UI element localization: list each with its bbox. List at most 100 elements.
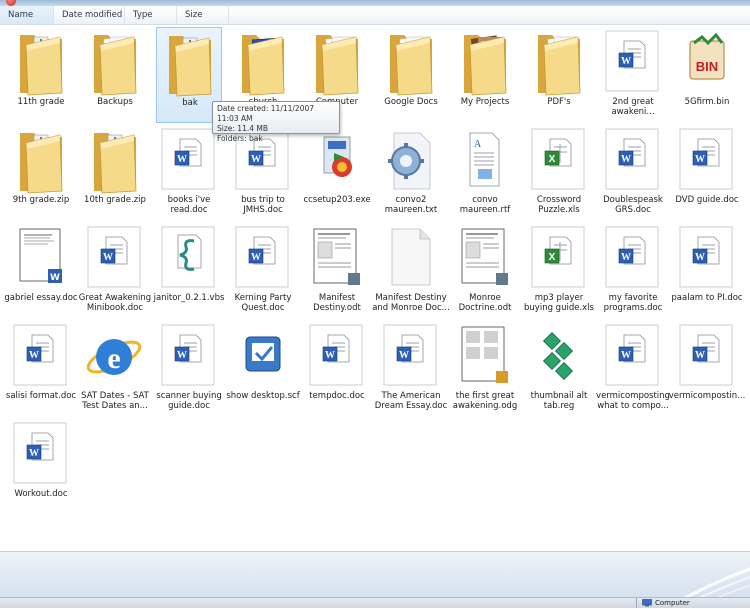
word-document-icon: W — [602, 225, 664, 295]
column-header-type[interactable]: Type — [125, 6, 177, 24]
file-item[interactable]: Xmp3 player buying guide.xls — [524, 223, 594, 319]
file-item[interactable]: Wmy favorite programs.doc — [600, 223, 666, 319]
file-item[interactable]: W DVD guide.doc — [674, 125, 740, 221]
file-item-label: books i've read.doc — [167, 195, 211, 215]
file-item-label: ccsetup203.exe — [303, 195, 371, 205]
file-item[interactable]: Wvermicomposting what to compo... — [596, 321, 670, 417]
file-item-label: PDF's — [547, 97, 571, 107]
file-item[interactable]: Wtempdoc.doc — [304, 321, 370, 417]
file-item-label: 10th grade.zip — [84, 195, 146, 205]
svg-text:W: W — [621, 154, 631, 165]
svg-text:W: W — [621, 252, 631, 263]
file-item-label: scanner buying guide.doc — [156, 391, 222, 411]
svg-text:X: X — [549, 154, 556, 165]
excel-spreadsheet-icon: X — [528, 225, 590, 295]
column-header-size[interactable]: Size — [177, 6, 229, 24]
file-item[interactable]: 11th grade — [8, 27, 74, 123]
column-header-date-modified[interactable]: Date modified — [54, 6, 125, 24]
status-location-label: Computer — [655, 599, 690, 607]
folder-icon — [232, 29, 294, 99]
svg-text:W: W — [695, 350, 705, 361]
svg-text:W: W — [695, 154, 705, 165]
file-item[interactable]: thumbnail alt tab.reg — [526, 321, 592, 417]
word-document-icon: W — [676, 225, 738, 295]
svg-text:W: W — [399, 350, 409, 361]
document-thumbnail-icon — [306, 225, 368, 295]
file-item[interactable]: Manifest Destiny and Monroe Doc... — [372, 223, 450, 319]
zip-folder-icon — [10, 127, 72, 197]
file-item[interactable]: Wpaalam to PI.doc — [671, 223, 743, 319]
folder-icon — [528, 29, 590, 99]
tooltip-folders: Folders: bak — [217, 134, 263, 143]
svg-text:e: e — [107, 342, 120, 375]
column-header-name[interactable]: Name — [0, 6, 54, 24]
file-item[interactable]: Monroe Doctrine.odt — [452, 223, 518, 319]
rich-text-icon: A — [454, 127, 516, 197]
file-item-label: Great Awakening Minibook.doc — [78, 293, 152, 313]
file-item[interactable]: Wgabriel essay.doc — [4, 223, 78, 319]
svg-text:W: W — [251, 154, 261, 165]
file-item-label: my favorite programs.doc — [603, 293, 663, 313]
file-item[interactable]: show desktop.scf — [226, 321, 300, 417]
svg-text:A: A — [474, 139, 482, 150]
file-item-label: 11th grade — [17, 97, 65, 107]
file-item[interactable]: My Projects — [452, 27, 518, 123]
script-icon — [158, 225, 220, 295]
folder-icon — [454, 29, 516, 99]
svg-text:W: W — [50, 273, 60, 283]
file-item[interactable]: convo2 maureen.txt — [378, 125, 444, 221]
file-item[interactable]: PDF's — [526, 27, 592, 123]
file-item-label: My Projects — [460, 97, 510, 107]
svg-text:W: W — [29, 448, 39, 459]
file-item[interactable]: e SAT Dates - SAT Test Dates an... — [81, 321, 149, 417]
svg-text:W: W — [251, 252, 261, 263]
file-item[interactable]: W The American Dream Essay.doc — [375, 321, 447, 417]
file-item[interactable]: 9th grade.zip — [8, 125, 74, 221]
file-item[interactable]: W Great Awakening Minibook.doc — [79, 223, 151, 319]
folder-icon — [84, 29, 146, 99]
text-file-icon — [380, 127, 442, 197]
file-item-label: SAT Dates - SAT Test Dates an... — [81, 391, 149, 411]
file-item[interactable]: janitor_0.2.1.vbs — [154, 223, 224, 319]
file-item[interactable]: Backups — [82, 27, 148, 123]
file-item[interactable]: W Workout.doc — [8, 419, 74, 515]
file-item[interactable]: W Doublespeask GRS.doc — [600, 125, 666, 221]
file-item-label: tempdoc.doc — [309, 391, 365, 401]
file-item[interactable]: the first great awakening.odg — [452, 321, 518, 417]
file-item-label: thumbnail alt tab.reg — [530, 391, 588, 411]
file-item-label: vermicomposting what to compo... — [596, 391, 670, 411]
file-item-label: 2nd great awakeni... — [611, 97, 655, 117]
file-item[interactable]: BIN 5Gfirm.bin — [674, 27, 740, 123]
file-item[interactable]: Wscanner buying guide.doc — [156, 321, 222, 417]
file-item-label: janitor_0.2.1.vbs — [153, 293, 225, 303]
file-item-label: 5Gfirm.bin — [684, 97, 730, 107]
word-document-icon: W — [232, 225, 294, 295]
excel-spreadsheet-icon: X — [528, 127, 590, 197]
file-item[interactable]: 10th grade.zip — [82, 125, 148, 221]
word-document-icon: W — [602, 29, 664, 99]
file-item[interactable]: Wvermicompostin... — [669, 321, 745, 417]
file-item-label: Manifest Destiny and Monroe Doc... — [372, 293, 450, 313]
file-item[interactable]: W Kerning Party Quest.doc — [230, 223, 296, 319]
file-item[interactable]: Google Docs — [378, 27, 444, 123]
folder-icon — [306, 29, 368, 99]
document-thumbnail-icon — [454, 225, 516, 295]
status-bar: Computer — [0, 597, 750, 608]
column-header-bar: Name Date modified Type Size — [0, 6, 750, 25]
file-item[interactable]: Aconvo maureen.rtf — [452, 125, 518, 221]
file-item[interactable]: X Crossword Puzzle.xls — [526, 125, 592, 221]
file-item-label: 9th grade.zip — [12, 195, 70, 205]
file-item[interactable]: Wsalisi format.doc — [6, 321, 76, 417]
drawing-thumbnail-icon — [454, 323, 516, 393]
file-item-label: convo2 maureen.txt — [384, 195, 438, 215]
file-item[interactable]: Manifest Destiny.odt — [304, 223, 370, 319]
file-item-label: the first great awakening.odg — [452, 391, 518, 411]
file-item-label: Workout.doc — [14, 489, 68, 499]
file-view[interactable]: 11th gradeBackupsbakchurchComputerGoogle… — [0, 25, 750, 551]
file-item-label: vermicompostin... — [668, 391, 746, 401]
file-item[interactable]: Wbooks i've read.doc — [156, 125, 222, 221]
file-item-label: mp3 player buying guide.xls — [524, 293, 594, 313]
file-item[interactable]: W 2nd great awakeni... — [600, 27, 666, 123]
svg-text:W: W — [621, 56, 631, 67]
svg-text:X: X — [549, 252, 556, 263]
